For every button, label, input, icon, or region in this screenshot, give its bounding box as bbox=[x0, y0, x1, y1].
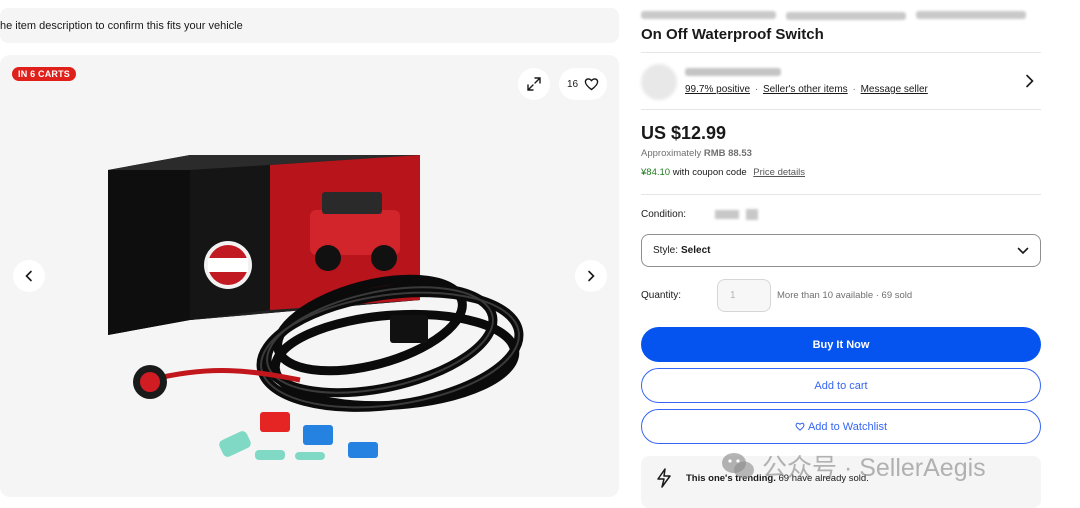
buy-it-now-button[interactable]: Buy It Now bbox=[641, 327, 1041, 362]
lightning-icon bbox=[657, 468, 671, 488]
seller-card[interactable]: 99.7% positive · Seller's other items · … bbox=[641, 62, 1041, 102]
ebay-listing-page: he item description to confirm this fits… bbox=[0, 0, 1080, 508]
chevron-left-icon bbox=[25, 270, 32, 282]
quantity-input[interactable]: 1 bbox=[717, 279, 771, 312]
heart-icon bbox=[584, 78, 599, 91]
coupon-price: ¥84.10 bbox=[641, 167, 671, 178]
next-image-button[interactable] bbox=[575, 260, 607, 292]
coupon-line: ¥84.10 with coupon code Price details bbox=[641, 167, 1041, 178]
divider bbox=[641, 194, 1041, 195]
trending-bold: This one's trending. bbox=[686, 473, 776, 484]
fitment-notice-text: he item description to confirm this fits… bbox=[0, 19, 243, 32]
listing-title: On Off Waterproof Switch bbox=[641, 26, 824, 43]
watch-count: 16 bbox=[566, 78, 579, 90]
product-image bbox=[108, 155, 524, 460]
chevron-right-icon bbox=[588, 270, 595, 282]
fitment-notice: he item description to confirm this fits… bbox=[0, 8, 619, 43]
style-select[interactable]: Style: Select bbox=[641, 234, 1041, 267]
seller-name bbox=[685, 68, 781, 76]
condition-row: Condition: bbox=[641, 209, 1041, 220]
add-to-watchlist-label: Add to Watchlist bbox=[807, 420, 888, 433]
expand-button[interactable] bbox=[518, 68, 550, 100]
condition-label: Condition: bbox=[641, 209, 687, 220]
style-value: Select bbox=[681, 245, 711, 256]
seller-feedback-link[interactable]: 99.7% positive bbox=[685, 84, 750, 95]
trending-rest: 69 have already sold. bbox=[778, 473, 869, 484]
approx-value: RMB 88.53 bbox=[703, 148, 752, 159]
condition-value bbox=[715, 210, 739, 219]
cart-count-badge: IN 6 CARTS bbox=[12, 67, 77, 81]
expand-icon bbox=[527, 77, 541, 91]
title-blurred-line bbox=[641, 11, 1041, 23]
separator-dot: · bbox=[852, 84, 856, 95]
seller-other-items-link[interactable]: Seller's other items bbox=[763, 84, 848, 95]
message-seller-link[interactable]: Message seller bbox=[861, 84, 928, 95]
separator-dot: · bbox=[754, 84, 759, 95]
condition-info-icon bbox=[746, 209, 758, 220]
previous-image-button[interactable] bbox=[13, 260, 45, 292]
divider bbox=[641, 52, 1041, 53]
price-details-link[interactable]: Price details bbox=[753, 167, 805, 178]
approx-price: Approximately RMB 88.53 bbox=[641, 148, 1041, 159]
heart-icon bbox=[795, 422, 805, 431]
chevron-down-icon bbox=[1017, 247, 1029, 254]
add-to-watchlist-button[interactable]: Add to Watchlist bbox=[641, 409, 1041, 444]
divider bbox=[641, 109, 1041, 110]
trending-banner: This one's trending. 69 have already sol… bbox=[641, 456, 1041, 508]
add-to-cart-button[interactable]: Add to cart bbox=[641, 368, 1041, 403]
coupon-text: with coupon code bbox=[672, 167, 747, 178]
image-gallery: IN 6 CARTS 16 bbox=[0, 55, 619, 497]
price: US $12.99 bbox=[641, 123, 727, 143]
chevron-right-icon[interactable] bbox=[1025, 74, 1035, 88]
seller-links: 99.7% positive · Seller's other items · … bbox=[685, 84, 928, 95]
seller-avatar bbox=[641, 64, 677, 100]
watch-count-button[interactable]: 16 bbox=[559, 68, 607, 100]
style-label: Style: bbox=[653, 245, 679, 256]
quantity-availability: More than 10 available · 69 sold bbox=[777, 290, 913, 301]
approx-prefix: Approximately bbox=[641, 148, 702, 159]
trending-text: This one's trending. 69 have already sol… bbox=[686, 473, 869, 484]
